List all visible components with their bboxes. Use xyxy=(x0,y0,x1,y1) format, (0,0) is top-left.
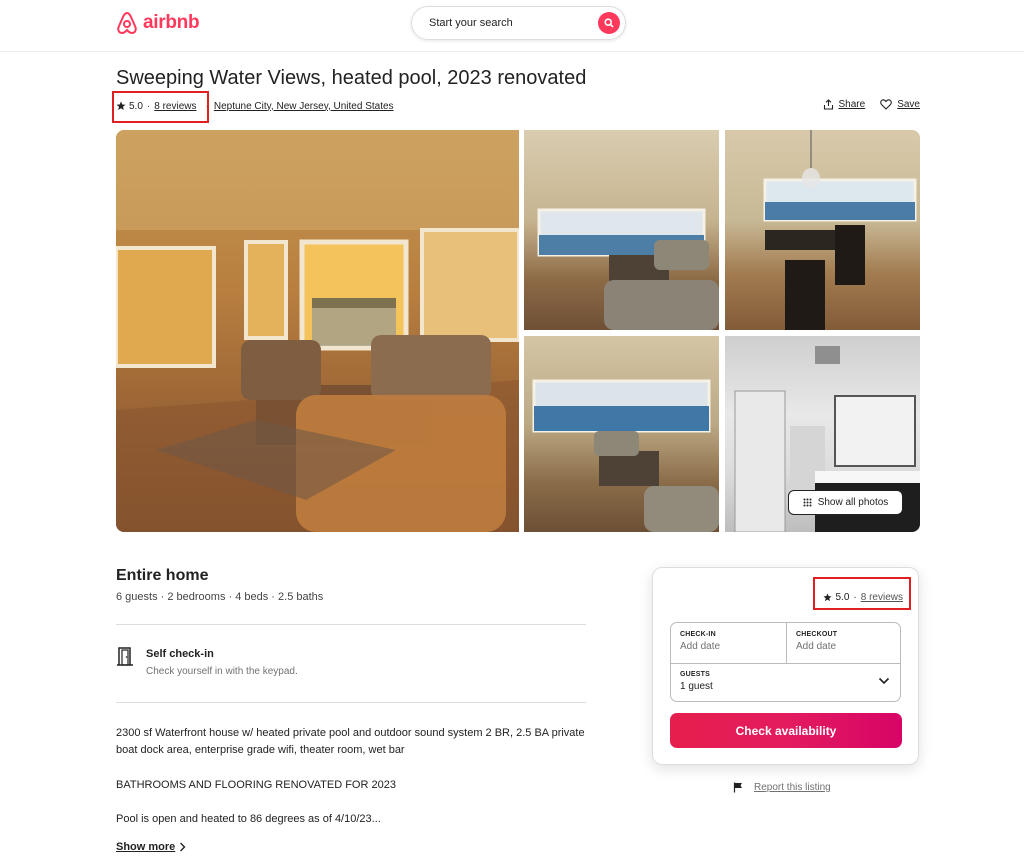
checkout-field[interactable]: CHECKOUT Add date xyxy=(796,631,837,652)
field-divider xyxy=(671,663,900,664)
logo-text: airbnb xyxy=(143,12,200,33)
grid-icon xyxy=(803,498,812,507)
self-checkin-title: Self check-in xyxy=(146,648,214,660)
share-button[interactable]: Share xyxy=(823,99,866,110)
heart-icon xyxy=(880,99,893,110)
location-link[interactable]: Neptune City, New Jersey, United States xyxy=(214,101,394,112)
chevron-down-icon[interactable] xyxy=(878,677,890,685)
booking-fields: CHECK-IN Add date CHECKOUT Add date GUES… xyxy=(670,622,901,702)
show-all-photos-label: Show all photos xyxy=(817,497,889,508)
section-divider xyxy=(116,624,586,625)
chevron-right-icon xyxy=(180,842,186,852)
dining-room-illustration xyxy=(763,130,917,330)
section-divider xyxy=(116,702,586,703)
property-type-heading: Entire home xyxy=(116,567,209,584)
checkout-label: CHECKOUT xyxy=(796,631,838,638)
save-button[interactable]: Save xyxy=(880,99,920,110)
search-icon xyxy=(604,18,614,28)
checkout-value: Add date xyxy=(796,641,837,652)
report-listing-link[interactable]: Report this listing xyxy=(733,782,831,793)
save-label: Save xyxy=(897,99,920,110)
airbnb-logo-icon xyxy=(117,11,137,34)
self-checkin-subtitle: Check yourself in with the keypad. xyxy=(146,666,298,677)
checkin-label: CHECK-IN xyxy=(680,631,716,638)
show-more-label: Show more xyxy=(116,841,176,853)
listing-title: Sweeping Water Views, heated pool, 2023 … xyxy=(116,67,587,89)
photo-living-room-sunset[interactable] xyxy=(116,130,519,532)
airbnb-logo[interactable]: airbnb xyxy=(116,11,200,35)
photo-gallery: Show all photos xyxy=(116,130,920,532)
photo-living-room-wide[interactable] xyxy=(524,130,719,330)
share-icon xyxy=(823,99,833,110)
guests-label: GUESTS xyxy=(680,671,710,678)
guests-field[interactable]: GUESTS 1 guest xyxy=(680,671,890,692)
search-button[interactable] xyxy=(598,12,620,34)
checkin-value: Add date xyxy=(680,641,721,652)
guests-value: 1 guest xyxy=(680,681,713,692)
description-paragraph: Pool is open and heated to 86 degrees as… xyxy=(116,813,381,825)
flag-icon xyxy=(733,782,742,793)
checkin-field[interactable]: CHECK-IN Add date xyxy=(680,631,720,652)
living-room-wide-illustration xyxy=(537,208,719,330)
description-paragraph: 2300 sf Waterfront house w/ heated priva… xyxy=(116,727,585,756)
property-details: 6 guests · 2 bedrooms · 4 beds · 2.5 bat… xyxy=(116,591,324,603)
check-availability-button[interactable]: Check availability xyxy=(670,713,902,748)
listing-actions: Share Save xyxy=(823,99,920,110)
rating-highlight-box xyxy=(112,91,209,123)
share-label: Share xyxy=(838,99,866,110)
door-icon xyxy=(116,646,134,671)
search-bar[interactable]: Start your search xyxy=(411,6,626,40)
water-view-illustration xyxy=(532,379,719,532)
photo-dining-room[interactable] xyxy=(725,130,920,330)
show-more-link[interactable]: Show more xyxy=(116,841,186,853)
report-listing-label: Report this listing xyxy=(754,782,831,793)
photo-living-room-water-view[interactable] xyxy=(524,336,719,532)
field-divider xyxy=(786,623,787,663)
show-all-photos-button[interactable]: Show all photos xyxy=(788,490,903,515)
top-header: airbnb Start your search xyxy=(0,0,1024,52)
living-room-illustration xyxy=(116,130,519,532)
search-placeholder: Start your search xyxy=(429,17,513,29)
description-paragraph: BATHROOMS AND FLOORING RENOVATED FOR 202… xyxy=(116,779,396,791)
booking-rating-highlight-box xyxy=(813,577,911,610)
